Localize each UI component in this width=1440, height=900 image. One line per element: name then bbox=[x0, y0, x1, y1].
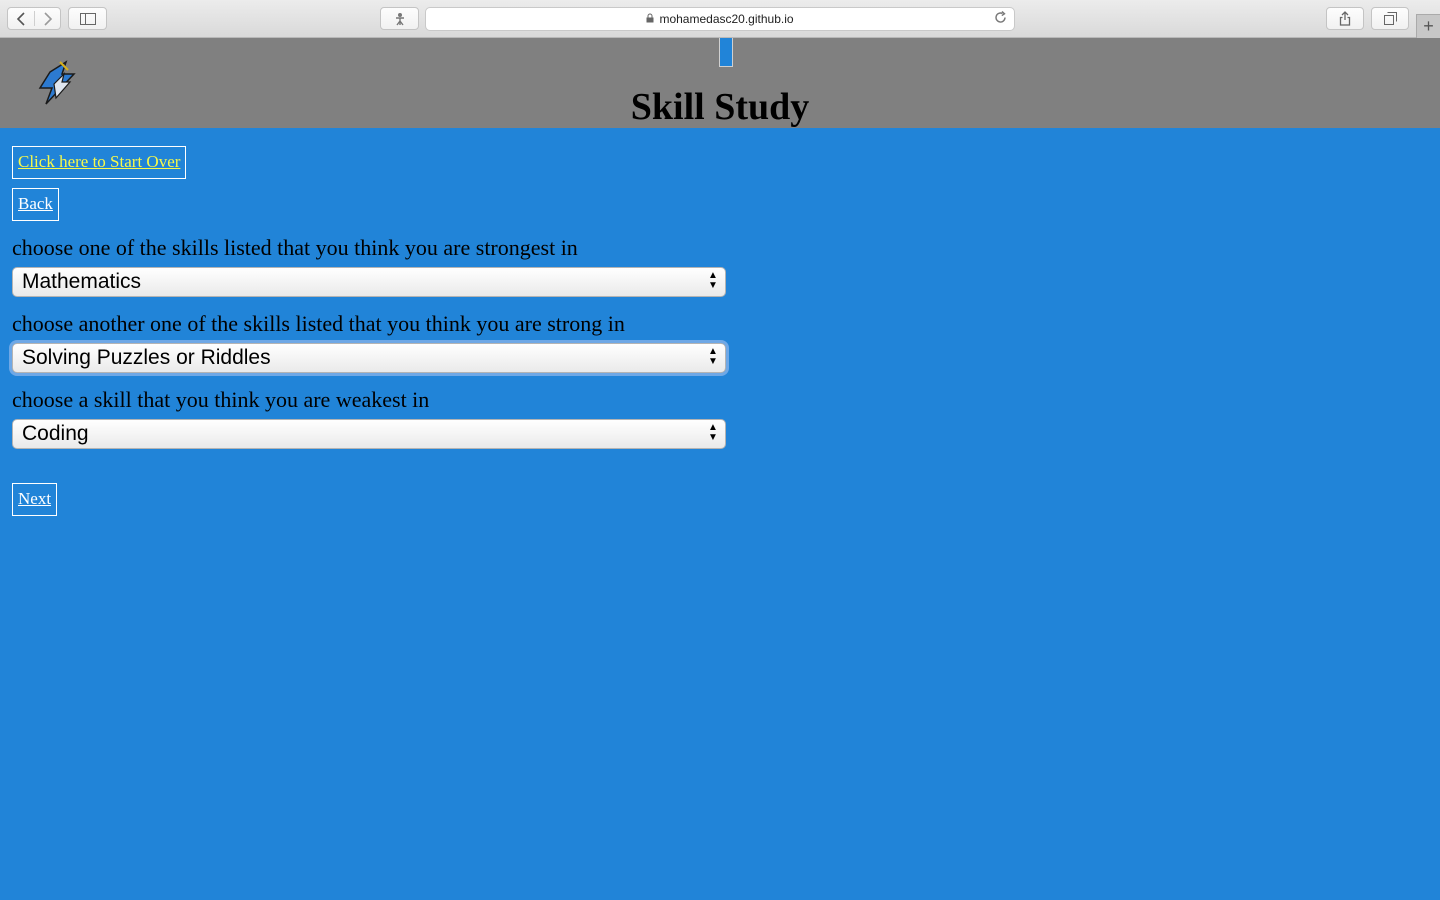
reload-icon[interactable] bbox=[994, 10, 1007, 27]
strong-skill-value: Solving Puzzles or Riddles bbox=[22, 346, 271, 369]
back-link[interactable]: Back bbox=[12, 188, 59, 221]
strong-skill-select[interactable]: Solving Puzzles or Riddles ▲ ▼ bbox=[12, 343, 726, 373]
plus-icon: + bbox=[1423, 16, 1434, 36]
sidebar-icon bbox=[79, 12, 96, 25]
page-header: Skill Study bbox=[0, 38, 1440, 128]
history-nav-group bbox=[7, 7, 61, 30]
sidebar-button[interactable] bbox=[68, 7, 107, 30]
tabs-button[interactable] bbox=[1371, 7, 1409, 30]
back-icon[interactable] bbox=[8, 8, 34, 29]
share-button[interactable] bbox=[1326, 7, 1364, 30]
select-arrows-icon: ▲ ▼ bbox=[708, 422, 718, 443]
reader-icon bbox=[395, 12, 404, 25]
question-2-label: choose another one of the skills listed … bbox=[12, 311, 625, 336]
url-text: mohamedasc20.github.io bbox=[659, 12, 794, 26]
next-link[interactable]: Next bbox=[12, 483, 58, 516]
reader-button[interactable] bbox=[380, 7, 419, 30]
question-3-label: choose a skill that you think you are we… bbox=[12, 387, 430, 412]
browser-toolbar: mohamedasc20.github.io + bbox=[0, 0, 1440, 38]
weakest-skill-select[interactable]: Coding ▲ ▼ bbox=[12, 419, 726, 449]
start-over-link[interactable]: Click here to Start Over bbox=[12, 146, 187, 179]
strongest-skill-select[interactable]: Mathematics ▲ ▼ bbox=[12, 267, 726, 297]
tabs-icon bbox=[1383, 12, 1397, 25]
address-bar[interactable]: mohamedasc20.github.io bbox=[425, 7, 1015, 31]
weakest-skill-value: Coding bbox=[22, 422, 89, 445]
lock-icon bbox=[646, 13, 654, 26]
select-arrows-icon: ▲ ▼ bbox=[708, 270, 718, 291]
share-icon bbox=[1339, 11, 1351, 26]
strongest-skill-value: Mathematics bbox=[22, 270, 142, 293]
main-content: Click here to Start Over Back choose one… bbox=[12, 146, 772, 516]
new-tab-button[interactable]: + bbox=[1416, 14, 1440, 38]
page-title: Skill Study bbox=[630, 86, 810, 128]
header-marker bbox=[719, 38, 733, 67]
select-arrows-icon: ▲ ▼ bbox=[708, 346, 718, 367]
forward-icon[interactable] bbox=[35, 8, 61, 29]
question-1-label: choose one of the skills listed that you… bbox=[12, 235, 578, 260]
